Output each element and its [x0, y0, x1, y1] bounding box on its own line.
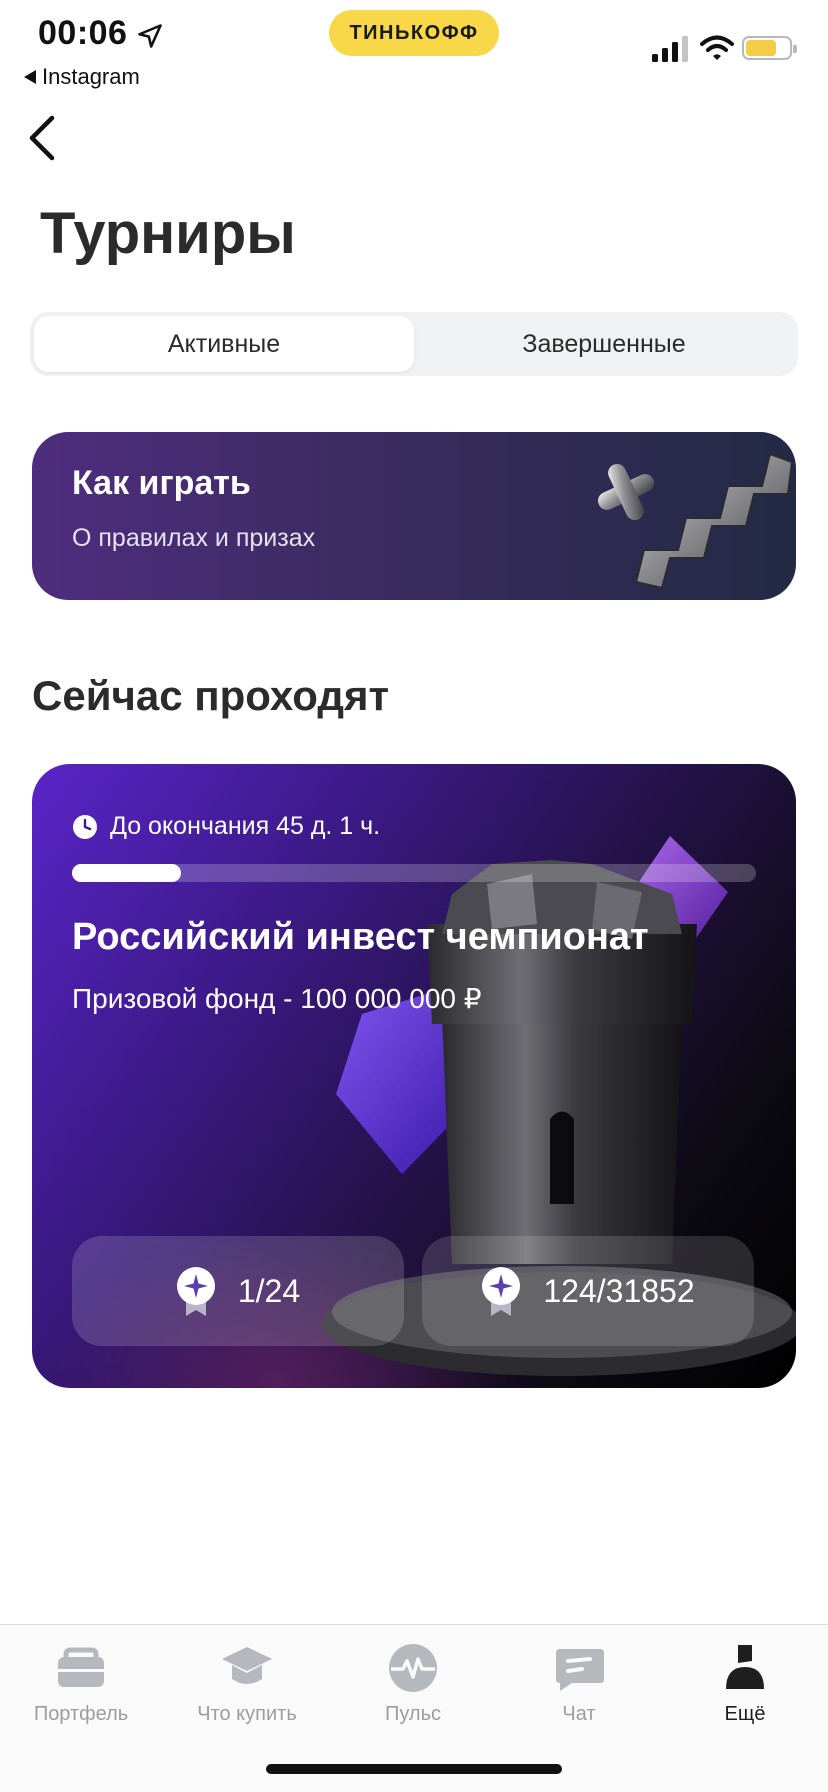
stat-badge-place[interactable]: 1/24 [72, 1236, 404, 1346]
tournament-title: Российский инвест чемпионат [72, 916, 649, 958]
battery-level [746, 40, 777, 56]
brand-pill: ТИНЬКОФФ [329, 10, 499, 56]
chat-icon [556, 1649, 604, 1691]
profile-icon [726, 1645, 764, 1689]
tournament-filter-segment: Активные Завершенные [30, 312, 798, 376]
stat-rating-value: 124/31852 [543, 1272, 695, 1309]
tab-more-label: Ещё [724, 1703, 766, 1725]
wifi-icon [700, 35, 734, 60]
tab-chat[interactable]: Чат [504, 1641, 654, 1726]
tab-what-to-buy-label: Что купить [197, 1703, 297, 1725]
tournament-progress-fill [72, 864, 182, 882]
tab-portfolio[interactable]: Портфель [6, 1641, 156, 1726]
back-to-app-link[interactable]: Instagram [24, 64, 140, 90]
location-arrow-icon [138, 24, 162, 48]
how-to-play-title: Как играть [72, 464, 251, 502]
tournament-progress [72, 864, 756, 882]
status-bar: 00:06 Instagram ТИНЬКОФФ [0, 0, 828, 92]
graduation-cap-icon [222, 1647, 272, 1684]
how-to-play-subtitle: О правилах и призах [72, 524, 316, 552]
tab-pulse-label: Пульс [384, 1703, 442, 1725]
medal-icon [176, 1267, 215, 1316]
clock-icon [73, 814, 97, 839]
back-triangle-icon [24, 70, 36, 84]
back-app-label: Instagram [42, 64, 140, 89]
tab-more[interactable]: Ещё [670, 1641, 820, 1726]
tab-active[interactable]: Активные [34, 316, 414, 372]
status-time: 00:06 [38, 14, 128, 52]
tab-chat-label: Чат [562, 1703, 596, 1725]
tab-what-to-buy[interactable]: Что купить [172, 1641, 322, 1726]
medal-icon [482, 1267, 521, 1316]
stat-badge-rating[interactable]: 124/31852 [422, 1236, 754, 1346]
deadline-row: До окончания 45 д. 1 ч. [72, 812, 380, 841]
pulse-icon [389, 1644, 437, 1692]
how-to-play-banner[interactable]: Как играть О правилах и призах [32, 432, 796, 600]
cellular-signal-icon [652, 36, 688, 62]
back-chevron-icon[interactable] [22, 112, 62, 164]
stat-place-value: 1/24 [237, 1272, 301, 1309]
page-title: Турниры [40, 201, 296, 266]
briefcase-icon [58, 1647, 104, 1687]
deadline-text: До окончания 45 д. 1 ч. [110, 812, 381, 840]
tab-portfolio-label: Портфель [33, 1703, 129, 1725]
home-indicator[interactable] [266, 1764, 562, 1774]
tournament-card[interactable]: До окончания 45 д. 1 ч. Российский инвес… [32, 764, 796, 1388]
tab-pulse[interactable]: Пульс [338, 1641, 488, 1726]
metal-shapes-illustration [597, 452, 794, 590]
battery-icon [742, 36, 797, 60]
battery-cap [793, 45, 797, 53]
section-title: Сейчас проходят [32, 672, 390, 719]
prize-fund: Призовой фонд - 100 000 000 ₽ [72, 983, 482, 1014]
tab-finished[interactable]: Завершенные [414, 316, 794, 372]
